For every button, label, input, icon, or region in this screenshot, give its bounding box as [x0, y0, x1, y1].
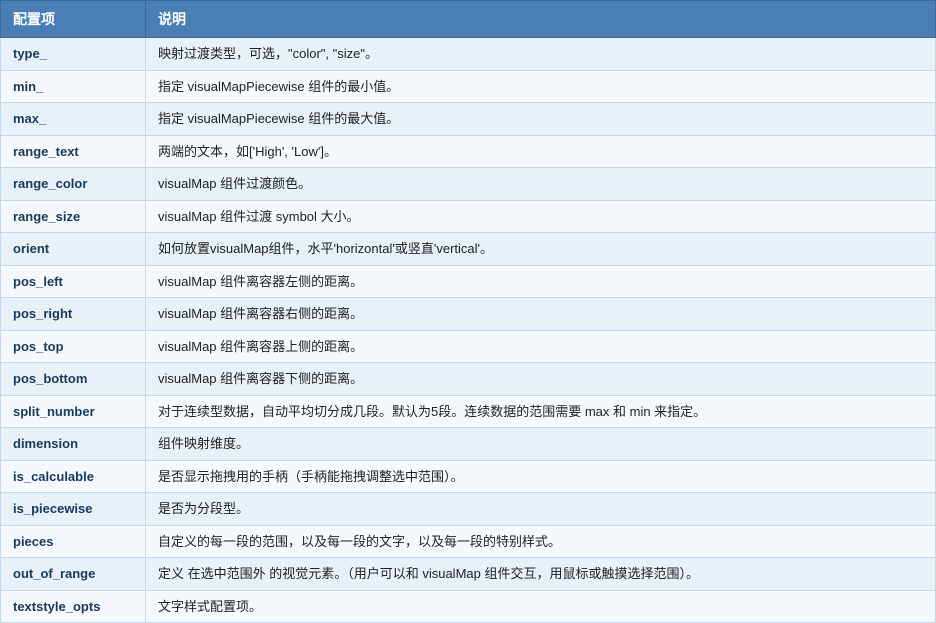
config-desc: visualMap 组件过渡 symbol 大小。 [146, 200, 936, 233]
config-key: range_color [1, 168, 146, 201]
config-key: type_ [1, 38, 146, 71]
table-row: pieces自定义的每一段的范围，以及每一段的文字，以及每一段的特别样式。 [1, 525, 936, 558]
table-header-row: 配置项 说明 [1, 1, 936, 38]
table-row: type_映射过渡类型，可选，"color", "size"。 [1, 38, 936, 71]
config-key: pos_right [1, 298, 146, 331]
table-row: range_colorvisualMap 组件过渡颜色。 [1, 168, 936, 201]
config-desc: 对于连续型数据，自动平均切分成几段。默认为5段。连续数据的范围需要 max 和 … [146, 395, 936, 428]
table-row: dimension组件映射维度。 [1, 428, 936, 461]
header-desc: 说明 [146, 1, 936, 38]
table-row: range_text两端的文本，如['High', 'Low']。 [1, 135, 936, 168]
table-row: is_calculable是否显示拖拽用的手柄（手柄能拖拽调整选中范围）。 [1, 460, 936, 493]
config-key: is_calculable [1, 460, 146, 493]
table-row: pos_bottomvisualMap 组件离容器下侧的距离。 [1, 363, 936, 396]
table-row: max_指定 visualMapPiecewise 组件的最大值。 [1, 103, 936, 136]
config-desc: 指定 visualMapPiecewise 组件的最大值。 [146, 103, 936, 136]
table-row: pos_leftvisualMap 组件离容器左侧的距离。 [1, 265, 936, 298]
config-key: textstyle_opts [1, 590, 146, 623]
config-key: out_of_range [1, 558, 146, 591]
config-key: max_ [1, 103, 146, 136]
config-desc: visualMap 组件离容器右侧的距离。 [146, 298, 936, 331]
config-key: pieces [1, 525, 146, 558]
table-row: out_of_range定义 在选中范围外 的视觉元素。（用户可以和 visua… [1, 558, 936, 591]
config-key: dimension [1, 428, 146, 461]
config-key: is_piecewise [1, 493, 146, 526]
config-desc: visualMap 组件离容器下侧的距离。 [146, 363, 936, 396]
config-desc: 组件映射维度。 [146, 428, 936, 461]
config-desc: visualMap 组件离容器左侧的距离。 [146, 265, 936, 298]
table-row: split_number对于连续型数据，自动平均切分成几段。默认为5段。连续数据… [1, 395, 936, 428]
config-key: pos_top [1, 330, 146, 363]
table-row: range_sizevisualMap 组件过渡 symbol 大小。 [1, 200, 936, 233]
config-desc: 定义 在选中范围外 的视觉元素。（用户可以和 visualMap 组件交互，用鼠… [146, 558, 936, 591]
config-desc: 自定义的每一段的范围，以及每一段的文字，以及每一段的特别样式。 [146, 525, 936, 558]
table-row: is_piecewise是否为分段型。 [1, 493, 936, 526]
table-row: min_指定 visualMapPiecewise 组件的最小值。 [1, 70, 936, 103]
config-key: orient [1, 233, 146, 266]
config-key: split_number [1, 395, 146, 428]
header-config: 配置项 [1, 1, 146, 38]
config-key: range_size [1, 200, 146, 233]
table-row: orient如何放置visualMap组件，水平'horizontal'或竖直'… [1, 233, 936, 266]
config-desc: visualMap 组件过渡颜色。 [146, 168, 936, 201]
table-row: textstyle_opts文字样式配置项。 [1, 590, 936, 623]
config-desc: 是否显示拖拽用的手柄（手柄能拖拽调整选中范围）。 [146, 460, 936, 493]
config-key: pos_left [1, 265, 146, 298]
config-desc: 两端的文本，如['High', 'Low']。 [146, 135, 936, 168]
table-row: pos_topvisualMap 组件离容器上侧的距离。 [1, 330, 936, 363]
config-table: 配置项 说明 type_映射过渡类型，可选，"color", "size"。mi… [0, 0, 936, 623]
config-desc: 是否为分段型。 [146, 493, 936, 526]
config-key: range_text [1, 135, 146, 168]
config-key: min_ [1, 70, 146, 103]
table-row: pos_rightvisualMap 组件离容器右侧的距离。 [1, 298, 936, 331]
config-desc: 如何放置visualMap组件，水平'horizontal'或竖直'vertic… [146, 233, 936, 266]
config-desc: 映射过渡类型，可选，"color", "size"。 [146, 38, 936, 71]
config-key: pos_bottom [1, 363, 146, 396]
config-desc: 指定 visualMapPiecewise 组件的最小值。 [146, 70, 936, 103]
config-desc: visualMap 组件离容器上侧的距离。 [146, 330, 936, 363]
config-desc: 文字样式配置项。 [146, 590, 936, 623]
